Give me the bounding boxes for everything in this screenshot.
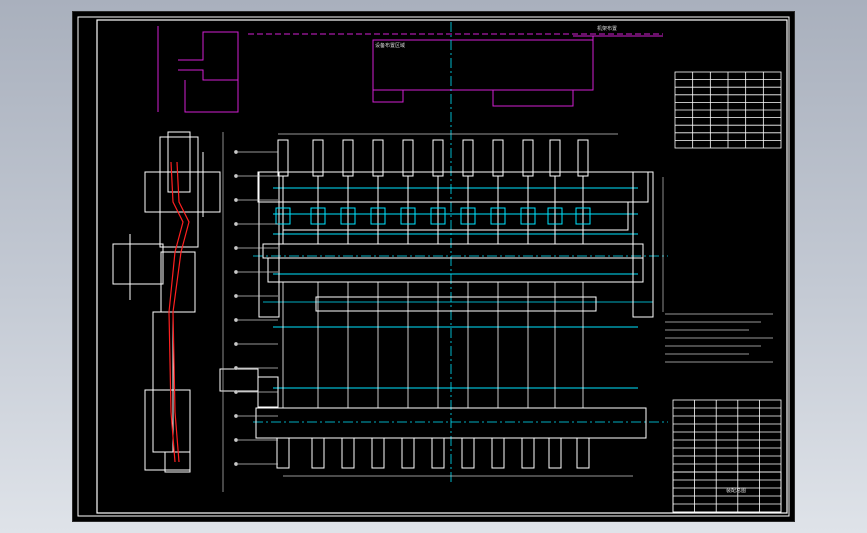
upper-spindle (492, 139, 504, 177)
lower-spindle (461, 437, 475, 469)
lower-spindle (431, 437, 445, 469)
balloon (234, 318, 238, 322)
upper-spindle (462, 139, 474, 177)
balloon (234, 198, 238, 202)
upper-spindle (577, 139, 589, 177)
lower-spindle (576, 437, 590, 469)
cad-viewport[interactable]: 设备布置区域 机架布置 装配总图 (73, 12, 794, 521)
machine-frame (219, 171, 654, 439)
lower-spindle (401, 437, 415, 469)
upper-spindle (402, 139, 414, 177)
balloon (234, 294, 238, 298)
upper-spindle (312, 139, 324, 177)
balloon (234, 150, 238, 154)
balloon (234, 462, 238, 466)
balloon (234, 390, 238, 394)
upper-spindle (522, 139, 534, 177)
balloon (234, 414, 238, 418)
upper-spindle (372, 139, 384, 177)
spindle-columns (275, 139, 591, 469)
lower-spindle (548, 437, 562, 469)
lower-spindle (521, 437, 535, 469)
section-view (112, 131, 221, 473)
balloon (234, 342, 238, 346)
balloon (234, 270, 238, 274)
parts-tables (672, 71, 782, 513)
upper-spindle (277, 139, 289, 177)
lower-spindle (341, 437, 355, 469)
assembly-drawing (77, 16, 790, 517)
lower-spindle (371, 437, 385, 469)
layout-label-left: 设备布置区域 (375, 43, 406, 49)
upper-spindle (432, 139, 444, 177)
lower-spindle (491, 437, 505, 469)
balloon (234, 174, 238, 178)
balloon (234, 438, 238, 442)
layout-label-right: 机架布置 (597, 26, 618, 32)
lower-spindle (276, 437, 290, 469)
balloon (234, 222, 238, 226)
upper-spindle (549, 139, 561, 177)
centerlines (253, 22, 668, 482)
technical-notes (665, 313, 773, 363)
layout-plan (157, 26, 663, 113)
upper-spindle (342, 139, 354, 177)
title-block-name: 装配总图 (726, 488, 747, 494)
inner-border (96, 19, 788, 514)
balloon (234, 366, 238, 370)
balloon (234, 246, 238, 250)
lower-spindle (311, 437, 325, 469)
